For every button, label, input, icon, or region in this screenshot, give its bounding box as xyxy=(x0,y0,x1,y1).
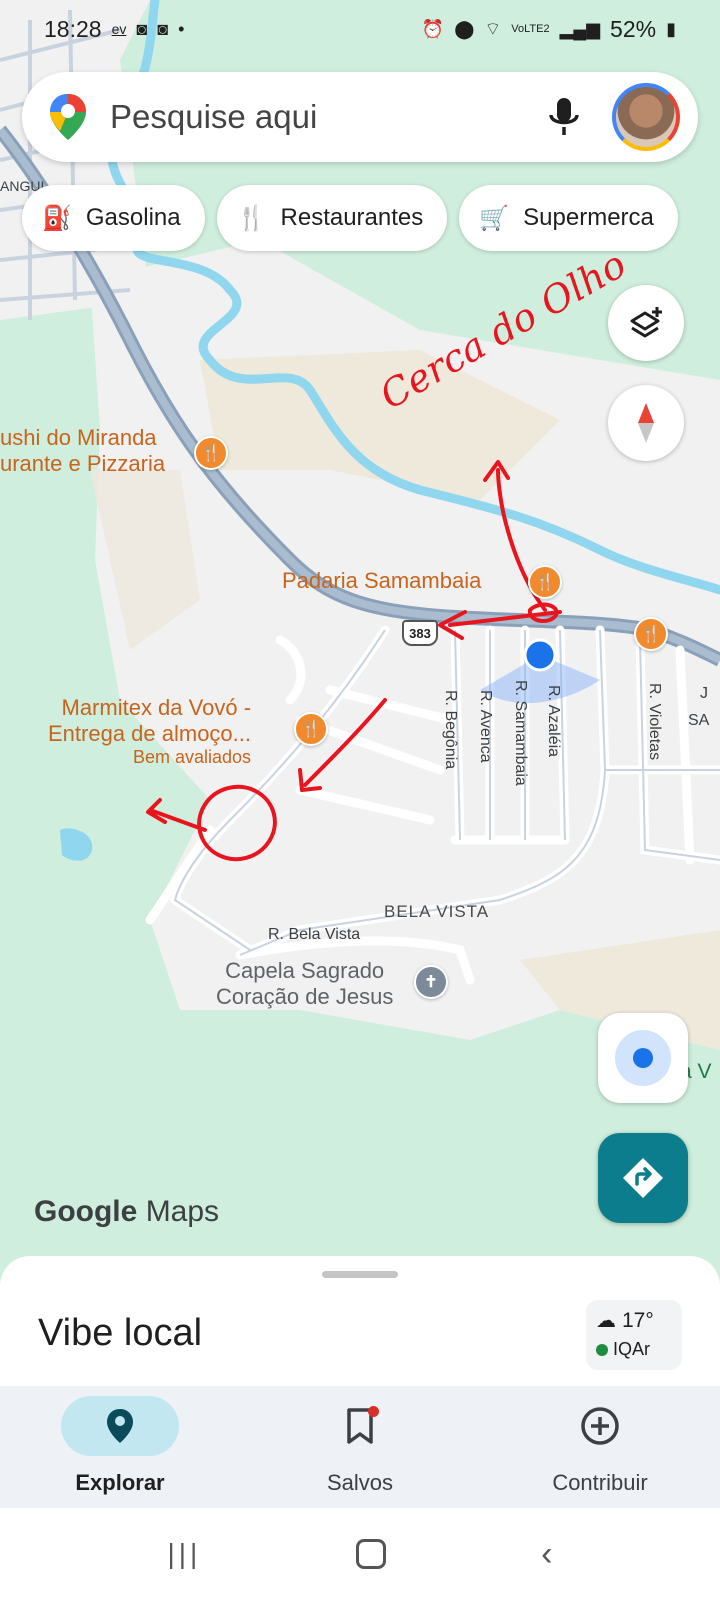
night-cloud-icon: ☁ xyxy=(596,1310,616,1332)
weather-temp: 17° xyxy=(622,1308,654,1332)
poi-capela-label[interactable]: Capela Sagrado Coração de Jesus xyxy=(216,958,393,1010)
battery-percent: 52% xyxy=(610,15,657,42)
neighborhood-label: BELA VISTA xyxy=(384,902,490,921)
google-maps-watermark: Google Maps xyxy=(34,1195,220,1228)
alarm-icon: ⏰ xyxy=(421,18,445,39)
street-label: R. Samambaia xyxy=(512,680,529,786)
clock: 18:28 xyxy=(44,15,102,42)
street-label: R. Violetas xyxy=(646,683,663,761)
restaurant-pin-icon[interactable]: 🍴 xyxy=(294,712,328,746)
recent-apps-icon[interactable]: ||| xyxy=(167,1538,201,1570)
home-icon[interactable] xyxy=(356,1539,387,1569)
my-location-icon xyxy=(615,1030,671,1086)
restaurant-icon: 🍴 xyxy=(236,204,267,232)
chip-gasolina[interactable]: ⛽ Gasolina xyxy=(22,185,205,251)
route-shield: 383 xyxy=(402,620,438,646)
microphone-icon[interactable] xyxy=(544,95,584,139)
restaurant-pin-icon[interactable]: 🍴 xyxy=(634,617,668,651)
battery-icon: ▮ xyxy=(666,18,676,39)
wifi-icon: ⌔ xyxy=(484,18,502,39)
cart-icon: 🛒 xyxy=(479,204,510,232)
dot-icon: • xyxy=(178,18,185,39)
avatar[interactable] xyxy=(612,83,680,151)
street-label: R. Avenca xyxy=(477,690,494,763)
gas-station-icon: ⛽ xyxy=(42,204,72,232)
back-icon[interactable]: ‹ xyxy=(541,1535,552,1574)
my-location-button[interactable] xyxy=(598,1013,688,1103)
layers-icon xyxy=(630,307,662,338)
bottom-navigation: Explorar Salvos Contribuir xyxy=(0,1386,720,1508)
street-label: SA xyxy=(688,712,710,729)
chip-restaurantes[interactable]: 🍴 Restaurantes xyxy=(216,185,448,251)
carrier-badge: ev xyxy=(111,21,127,37)
notification-dot xyxy=(368,1406,379,1417)
status-bar: 18:28 ev ◙ ◙ • ⏰ ⬤ ⌔ VoLTE2 ▂▄▆ 52% ▮ xyxy=(0,0,720,58)
church-pin-icon[interactable]: ✝ xyxy=(414,965,448,999)
sheet-title: Vibe local xyxy=(38,1312,203,1354)
poi-sushi-label[interactable]: ushi do Miranda urante e Pizzaria xyxy=(0,425,165,477)
street-label: R. Bela Vista xyxy=(268,926,361,943)
explore-pin-icon xyxy=(107,1409,133,1443)
street-label: J xyxy=(700,685,708,702)
sheet-drag-handle[interactable] xyxy=(322,1271,398,1278)
nav-salvos[interactable]: Salvos xyxy=(240,1386,480,1508)
instagram-icon: ◙ xyxy=(157,18,169,39)
compass-button[interactable] xyxy=(608,385,684,461)
location-icon: ⬤ xyxy=(454,18,475,39)
volte-label: VoLTE2 xyxy=(511,22,550,35)
street-label: R. Azaléia xyxy=(545,685,562,758)
maps-logo-icon xyxy=(50,94,86,140)
directions-icon xyxy=(623,1158,663,1198)
directions-button[interactable] xyxy=(598,1133,688,1223)
current-location-dot xyxy=(523,638,557,672)
air-quality-label: IQAr xyxy=(613,1339,651,1359)
poi-padaria-label[interactable]: Padaria Samambaia xyxy=(282,568,481,594)
nav-explorar[interactable]: Explorar xyxy=(0,1386,240,1508)
street-label: R. Begônia xyxy=(442,690,459,770)
restaurant-pin-icon[interactable]: 🍴 xyxy=(194,436,228,470)
bottom-sheet[interactable]: Vibe local ☁ 17° IQAr xyxy=(0,1256,720,1386)
layers-button[interactable] xyxy=(608,285,684,361)
weather-card[interactable]: ☁ 17° IQAr xyxy=(586,1300,682,1370)
restaurant-pin-icon[interactable]: 🍴 xyxy=(528,565,562,599)
category-chips: ⛽ Gasolina 🍴 Restaurantes 🛒 Supermerca xyxy=(22,185,678,251)
add-circle-icon xyxy=(581,1407,619,1445)
compass-icon xyxy=(638,403,654,443)
air-quality-dot xyxy=(596,1343,608,1356)
nav-contribuir[interactable]: Contribuir xyxy=(480,1386,720,1508)
poi-marmitex-label[interactable]: Marmitex da Vovó - Entrega de almoço... … xyxy=(48,695,251,768)
system-navigation-bar: ||| ‹ xyxy=(0,1508,720,1600)
search-bar[interactable]: Pesquise aqui xyxy=(22,72,698,162)
chip-supermercados[interactable]: 🛒 Supermerca xyxy=(459,185,678,251)
search-input[interactable]: Pesquise aqui xyxy=(110,98,544,136)
signal-icon: ▂▄▆ xyxy=(559,18,601,39)
instagram-icon: ◙ xyxy=(136,18,148,39)
